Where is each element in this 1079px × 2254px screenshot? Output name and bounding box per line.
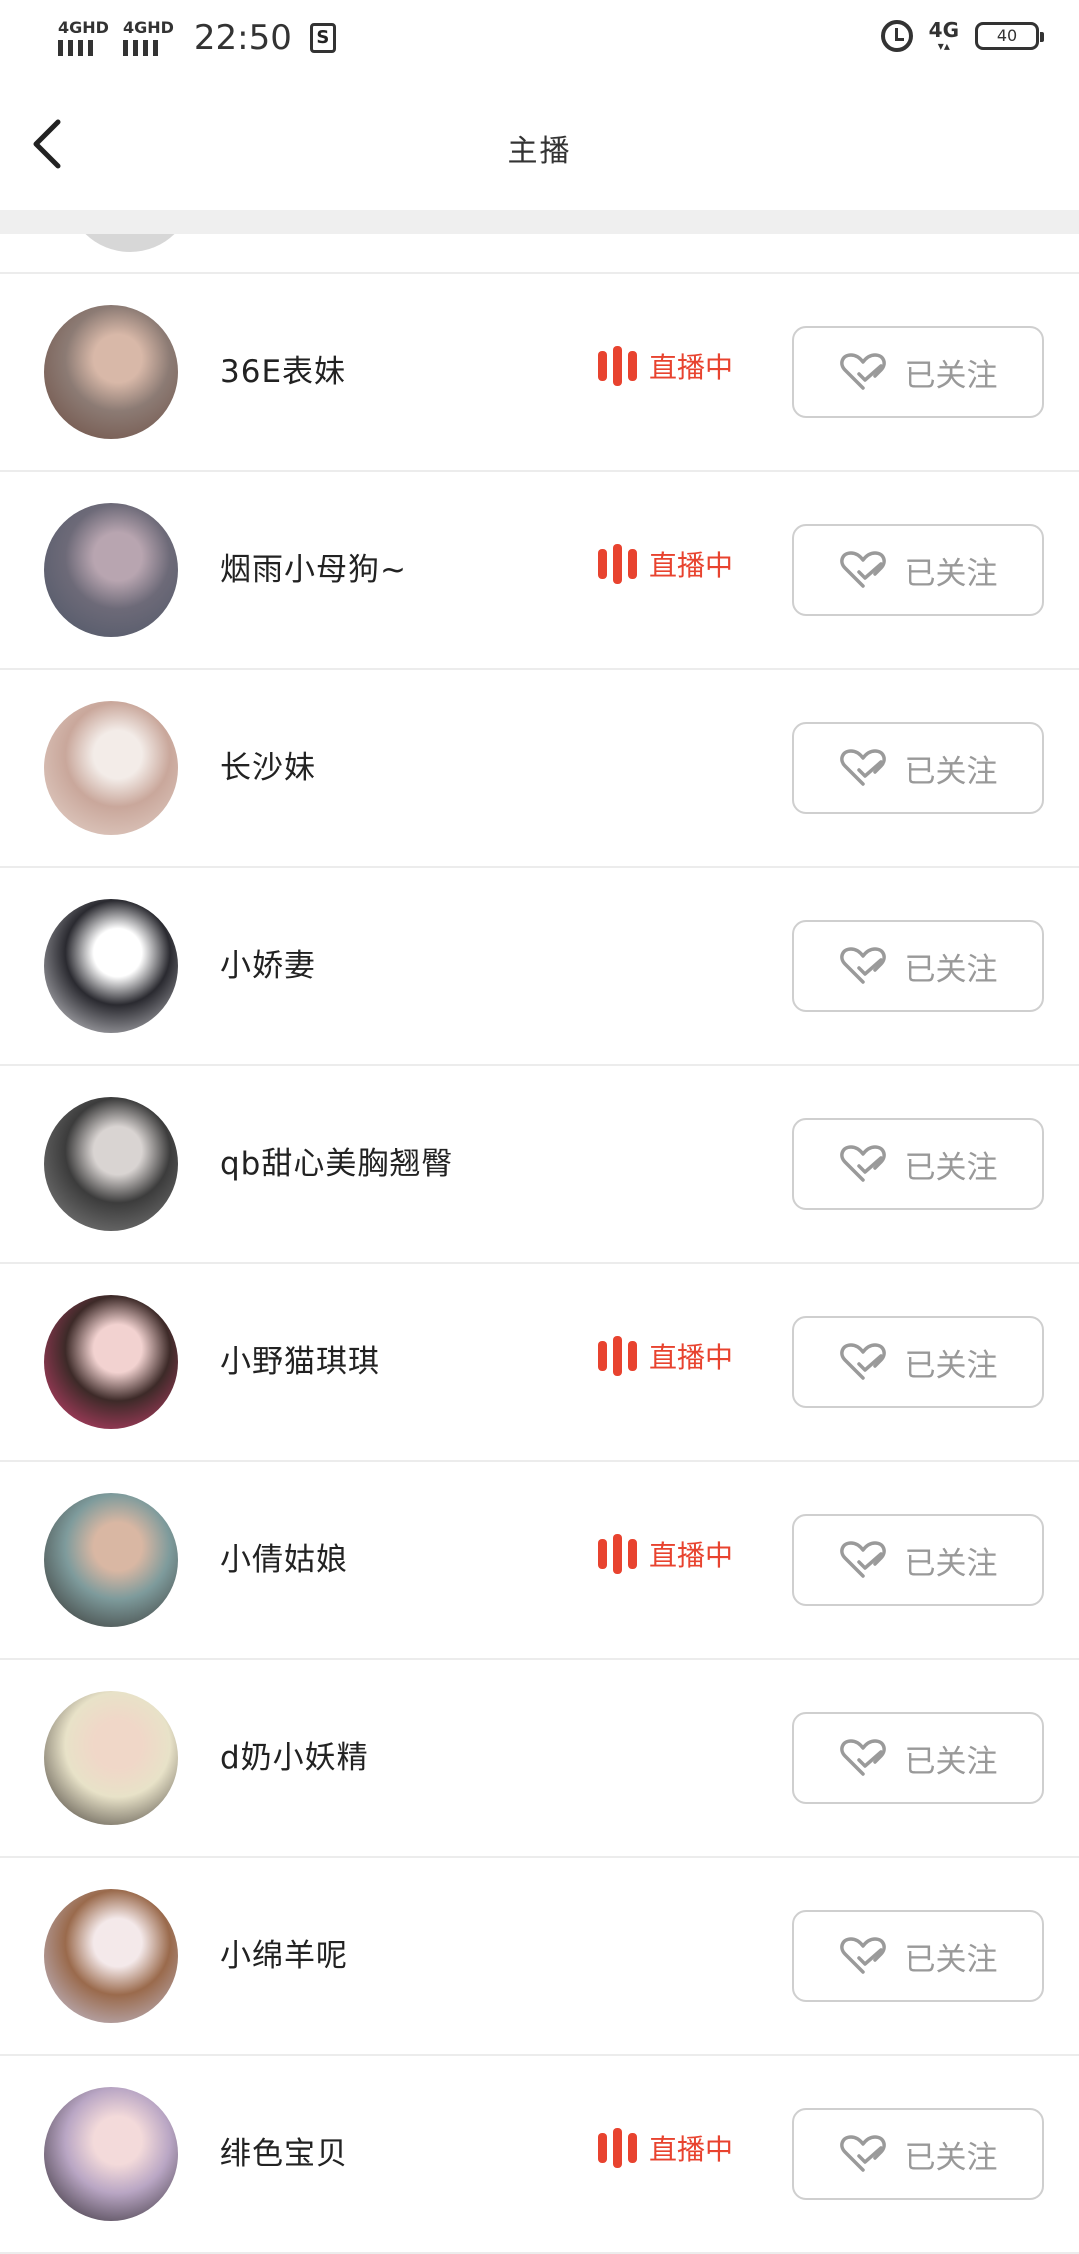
follow-label: 已关注 <box>904 753 998 790</box>
follow-label: 已关注 <box>904 357 998 394</box>
live-status: 直播中 <box>598 1534 733 1574</box>
live-status: 直播中 <box>598 2128 733 2168</box>
live-bars-icon <box>598 2128 637 2168</box>
live-label: 直播中 <box>649 351 734 384</box>
avatar[interactable] <box>44 1889 178 2023</box>
avatar <box>66 234 194 252</box>
nav-bar: 主播 <box>0 80 1079 210</box>
signal-icon: 4GHD <box>122 18 174 56</box>
status-time: 22:50 <box>193 18 292 58</box>
heart-check-icon <box>839 1541 886 1578</box>
anchor-name: 36E表妹 <box>220 354 347 390</box>
live-status: 直播中 <box>598 1336 733 1376</box>
list-item-partial <box>0 234 1079 274</box>
heart-check-icon <box>839 1937 886 1974</box>
heart-check-icon <box>839 749 886 786</box>
heart-check-icon <box>839 947 886 984</box>
heart-check-icon <box>839 1739 886 1776</box>
anchor-row[interactable]: d奶小妖精 已关注 <box>0 1660 1079 1858</box>
follow-button[interactable]: 已关注 <box>792 2108 1044 2200</box>
anchor-row[interactable]: 长沙妹 已关注 <box>0 670 1079 868</box>
signal-icon: 4GHD <box>58 20 109 56</box>
follow-label: 已关注 <box>904 1941 998 1978</box>
heart-check-icon <box>839 1145 886 1182</box>
heart-check-icon <box>839 353 886 390</box>
avatar[interactable] <box>44 1691 178 1825</box>
battery-level: 40 <box>996 26 1018 45</box>
follow-button[interactable]: 已关注 <box>792 1514 1044 1606</box>
follow-button[interactable]: 已关注 <box>792 524 1044 616</box>
anchor-name: 绯色宝贝 <box>220 2136 348 2172</box>
follow-button[interactable]: 已关注 <box>792 722 1044 814</box>
anchor-row[interactable]: 小绵羊呢 已关注 <box>0 1858 1079 2056</box>
avatar[interactable] <box>44 1295 178 1429</box>
live-bars-icon <box>598 1534 637 1574</box>
follow-label: 已关注 <box>904 1149 998 1186</box>
avatar[interactable] <box>44 305 178 439</box>
avatar[interactable] <box>44 1097 178 1231</box>
avatar[interactable] <box>44 1493 178 1627</box>
anchor-name: 长沙妹 <box>220 750 316 786</box>
follow-button[interactable]: 已关注 <box>792 1316 1044 1408</box>
live-bars-icon <box>598 1336 637 1376</box>
anchor-row[interactable]: 绯色宝贝 直播中 已关注 <box>0 2056 1079 2254</box>
live-label: 直播中 <box>649 1341 734 1374</box>
avatar[interactable] <box>44 899 178 1033</box>
anchor-row[interactable]: 小倩姑娘 直播中 已关注 <box>0 1462 1079 1660</box>
anchor-row[interactable]: 小野猫琪琪 直播中 已关注 <box>0 1264 1079 1462</box>
anchor-row[interactable]: 36E表妹 直播中 已关注 <box>0 274 1079 472</box>
follow-label: 已关注 <box>904 1743 998 1780</box>
follow-label: 已关注 <box>904 1347 998 1384</box>
follow-button[interactable]: 已关注 <box>792 1910 1044 2002</box>
signal-label: 4GHD <box>122 18 174 37</box>
live-status: 直播中 <box>598 544 733 584</box>
avatar[interactable] <box>44 503 178 637</box>
status-right: 4G ▾▴ 40 <box>880 18 1044 53</box>
page-title: 主播 <box>507 134 572 169</box>
anchor-name: 小野猫琪琪 <box>220 1344 380 1380</box>
follow-button[interactable]: 已关注 <box>792 1118 1044 1210</box>
live-label: 直播中 <box>649 2133 734 2166</box>
heart-check-icon <box>839 2135 886 2172</box>
follow-button[interactable]: 已关注 <box>792 326 1044 418</box>
alarm-icon <box>880 20 913 52</box>
avatar[interactable] <box>44 2087 178 2221</box>
status-left: 4GHD 4GHD 22:50 S <box>58 18 336 58</box>
follow-button[interactable]: 已关注 <box>792 920 1044 1012</box>
status-bar: 4GHD 4GHD 22:50 S 4G ▾▴ 40 <box>0 0 1079 80</box>
live-status: 直播中 <box>598 346 733 386</box>
live-bars-icon <box>598 346 637 386</box>
screenshot-icon: S <box>309 23 336 53</box>
anchor-name: 烟雨小母狗~ <box>220 552 407 588</box>
follow-label: 已关注 <box>904 555 998 592</box>
section-divider <box>0 210 1079 234</box>
live-bars-icon <box>598 544 637 584</box>
follow-label: 已关注 <box>904 2139 998 2176</box>
anchor-row[interactable]: qb甜心美胸翘臀 已关注 <box>0 1066 1079 1264</box>
follow-label: 已关注 <box>904 951 998 988</box>
heart-check-icon <box>839 551 886 588</box>
battery-icon: 40 <box>975 22 1044 50</box>
avatar[interactable] <box>44 701 178 835</box>
anchor-name: 小娇妻 <box>220 948 316 984</box>
live-label: 直播中 <box>649 1539 734 1572</box>
anchor-name: 小绵羊呢 <box>220 1938 348 1974</box>
network-icon: 4G ▾▴ <box>928 18 959 53</box>
heart-check-icon <box>839 1343 886 1380</box>
anchor-name: d奶小妖精 <box>220 1740 369 1776</box>
anchor-list: 36E表妹 直播中 已关注 烟雨小母狗~ 直播中 已关注 长沙妹 已关注 小娇妻 已关注 qb甜心美… <box>0 234 1079 2254</box>
live-label: 直播中 <box>649 549 734 582</box>
follow-label: 已关注 <box>904 1545 998 1582</box>
anchor-name: 小倩姑娘 <box>220 1542 348 1578</box>
anchor-row[interactable]: 烟雨小母狗~ 直播中 已关注 <box>0 472 1079 670</box>
anchor-row[interactable]: 小娇妻 已关注 <box>0 868 1079 1066</box>
signal-label: 4GHD <box>58 18 109 37</box>
anchor-name: qb甜心美胸翘臀 <box>220 1146 454 1182</box>
follow-button[interactable]: 已关注 <box>792 1712 1044 1804</box>
